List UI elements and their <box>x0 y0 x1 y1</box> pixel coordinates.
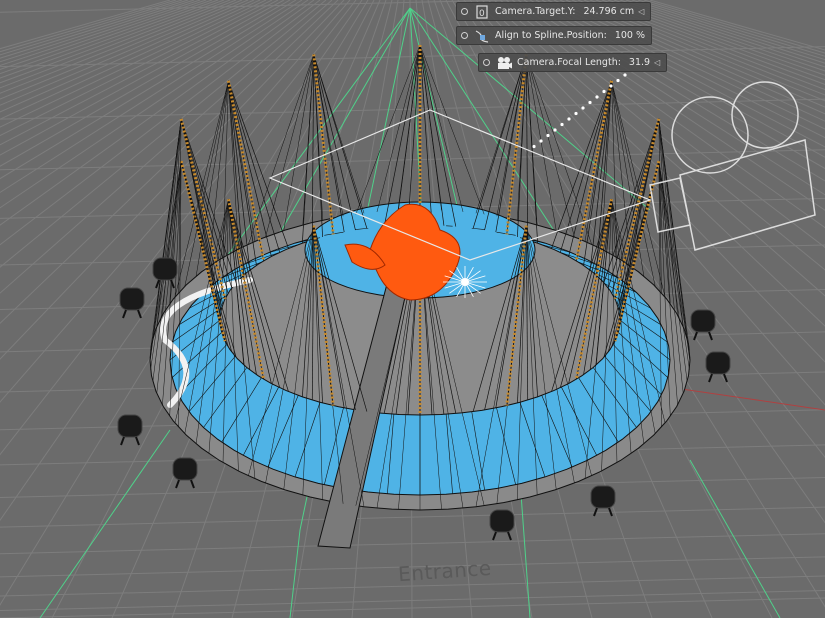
speaker-icon <box>172 457 198 489</box>
hud-focal-length[interactable]: Camera.Focal Length: 31.9 ◁ <box>478 53 668 72</box>
camera-icon <box>496 55 512 71</box>
hud-label: Camera.Focal Length: <box>517 57 621 68</box>
spline-icon <box>474 28 490 44</box>
scene-canvas[interactable] <box>0 0 825 618</box>
hud-label: Camera.Target.Y: <box>495 6 576 17</box>
hud-value[interactable]: 100 % <box>615 30 645 41</box>
speaker-icon <box>705 351 731 383</box>
arrow-left-icon[interactable]: ◁ <box>654 58 660 67</box>
hud-value[interactable]: 31.9 <box>629 57 650 68</box>
arrow-left-icon[interactable]: ◁ <box>638 7 644 16</box>
hud-label: Align to Spline.Position: <box>495 30 607 41</box>
radio-icon[interactable] <box>483 59 490 66</box>
3d-viewport[interactable]: Entrance 0 Camera.Target.Y: 24.796 cm ◁ … <box>0 0 825 618</box>
radio-icon[interactable] <box>461 8 468 15</box>
speaker-icon <box>119 287 145 319</box>
speaker-icon <box>117 414 143 446</box>
svg-text:0: 0 <box>479 9 485 19</box>
hud-align-spline[interactable]: Align to Spline.Position: 100 % <box>456 26 653 45</box>
speaker-icon <box>590 485 616 517</box>
hud-value[interactable]: 24.796 cm <box>583 6 634 17</box>
radio-icon[interactable] <box>461 32 468 39</box>
hud-camera-target-y[interactable]: 0 Camera.Target.Y: 24.796 cm ◁ <box>456 2 652 21</box>
target-icon: 0 <box>474 4 490 20</box>
speaker-icon <box>489 509 515 541</box>
